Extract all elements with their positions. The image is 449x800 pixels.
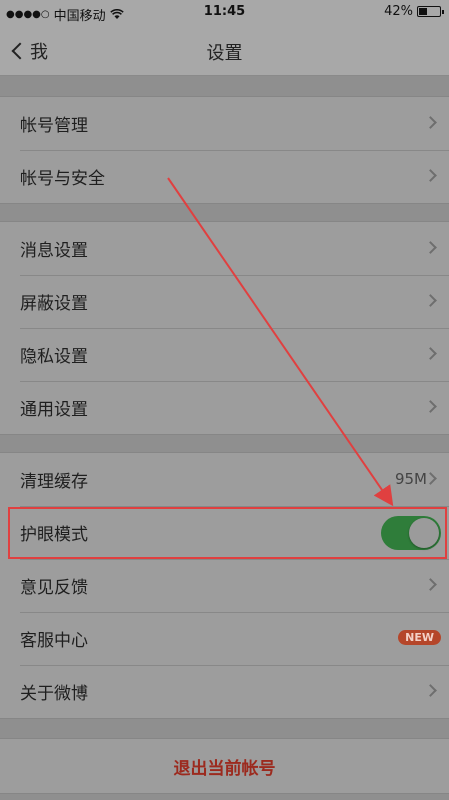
row-label: 隐私设置	[20, 347, 88, 367]
row-label: 屏蔽设置	[20, 294, 88, 314]
row-label: 帐号与安全	[20, 169, 105, 189]
list-item-message-settings[interactable]: 消息设置	[0, 222, 449, 275]
clock: 11:45	[203, 4, 246, 19]
chevron-right-icon	[424, 294, 437, 307]
list-item-block-settings[interactable]: 屏蔽设置	[0, 275, 449, 328]
row-label: 帐号管理	[20, 116, 88, 136]
chevron-right-icon	[424, 400, 437, 413]
row-label: 消息设置	[20, 241, 88, 261]
chevron-right-icon	[424, 241, 437, 254]
row-label: 通用设置	[20, 400, 88, 420]
list-item-account-management[interactable]: 帐号管理	[0, 97, 449, 150]
status-bar: ●●●●○ 中国移动 11:45 42%	[0, 0, 449, 26]
cache-size: 95M	[394, 470, 427, 488]
list-item-account-security[interactable]: 帐号与安全	[0, 150, 449, 203]
list-item-feedback[interactable]: 意见反馈	[0, 559, 449, 612]
list-item-privacy-settings[interactable]: 隐私设置	[0, 328, 449, 381]
settings-group: 消息设置 屏蔽设置 隐私设置 通用设置	[0, 221, 449, 435]
row-label: 客服中心	[20, 631, 88, 651]
list-item-about[interactable]: 关于微博	[0, 665, 449, 718]
account-group: 帐号管理 帐号与安全	[0, 96, 449, 204]
page-title: 设置	[206, 43, 243, 64]
chevron-right-icon	[424, 116, 437, 129]
nav-bar: 我 设置	[0, 26, 449, 76]
list-item-clear-cache[interactable]: 清理缓存 95M	[0, 453, 449, 506]
battery-percent: 42%	[384, 4, 413, 19]
status-right: 42%	[384, 4, 444, 19]
row-label: 意见反馈	[20, 578, 88, 598]
chevron-right-icon	[424, 347, 437, 360]
row-label: 关于微博	[20, 684, 88, 704]
new-badge: NEW	[398, 630, 441, 645]
chevron-right-icon	[424, 578, 437, 591]
battery-icon	[417, 6, 444, 17]
misc-group: 清理缓存 95M 护眼模式 意见反馈 客服中心 NEW 关于微博	[0, 452, 449, 719]
logout-button[interactable]: 退出当前帐号	[0, 738, 449, 794]
list-item-general-settings[interactable]: 通用设置	[0, 381, 449, 434]
row-label: 清理缓存	[20, 472, 88, 492]
battery-fill	[419, 8, 427, 15]
annotation-highlight-box	[8, 507, 447, 559]
list-item-customer-service[interactable]: 客服中心 NEW	[0, 612, 449, 665]
chevron-right-icon	[424, 169, 437, 182]
chevron-right-icon	[424, 684, 437, 697]
